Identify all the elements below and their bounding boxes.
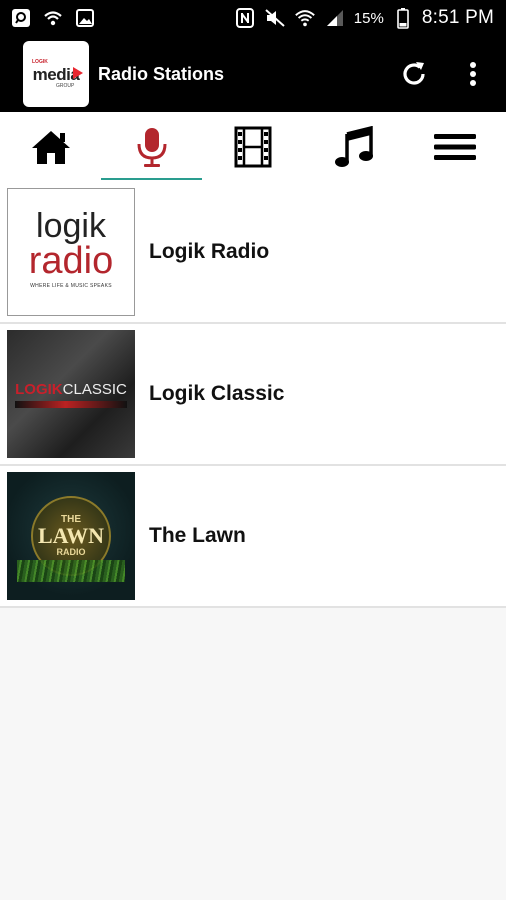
tab-radio[interactable]	[101, 112, 203, 182]
mute-icon	[264, 7, 286, 29]
list-item[interactable]: LOGIKCLASSIC Logik Classic	[0, 324, 506, 466]
film-icon	[234, 126, 272, 168]
microphone-icon	[137, 128, 167, 167]
refresh-button[interactable]	[390, 50, 438, 98]
list-item[interactable]: THE LAWN RADIO The Lawn	[0, 466, 506, 608]
logo-sub-text: GROUP	[56, 83, 75, 89]
logo-small-text: LOGIK	[32, 59, 48, 65]
logo-arrow-icon	[73, 67, 83, 79]
thumb-logo-text: LAWN	[37, 523, 104, 548]
tab-bar	[0, 112, 506, 182]
overflow-menu-button[interactable]	[458, 50, 488, 98]
more-vert-icon	[470, 62, 476, 86]
thumb-logo-text: logik	[36, 207, 106, 245]
refresh-icon	[403, 62, 425, 85]
tab-video[interactable]	[202, 112, 303, 182]
thumb-logo-text-rest: CLASSIC	[62, 380, 127, 398]
tab-home[interactable]	[0, 112, 101, 182]
station-thumbnail: THE LAWN RADIO	[7, 472, 135, 600]
home-icon	[31, 131, 70, 164]
thumb-logo-text: radio	[28, 240, 114, 282]
station-thumbnail: LOGIKCLASSIC	[7, 330, 135, 458]
hamburger-menu-icon	[434, 134, 477, 160]
list-item[interactable]: logik radio WHERE LIFE & MUSIC SPEAKS Lo…	[0, 182, 506, 324]
tab-menu[interactable]	[405, 112, 506, 182]
app-bar: LOGIK media GROUP Radio Stations	[0, 36, 506, 112]
thumb-banner	[15, 400, 127, 408]
thumb-logo-text: LOGIKCLASSIC	[15, 381, 127, 398]
clock: 8:51 PM	[421, 7, 494, 28]
thumb-tagline: WHERE LIFE & MUSIC SPEAKS	[30, 283, 112, 289]
station-name: Logik Classic	[149, 382, 285, 405]
station-list: logik radio WHERE LIFE & MUSIC SPEAKS Lo…	[0, 182, 506, 608]
tab-music[interactable]	[304, 112, 405, 182]
image-notification-icon	[74, 7, 96, 29]
wifi-call-icon	[42, 7, 64, 29]
station-name: Logik Radio	[149, 240, 270, 263]
cell-signal-icon	[324, 7, 346, 29]
nfc-icon	[234, 7, 256, 29]
battery-percent: 15%	[353, 9, 384, 27]
notification-app-icon	[10, 7, 32, 29]
music-note-icon	[335, 126, 374, 167]
app-logo[interactable]: LOGIK media GROUP	[23, 41, 89, 107]
thumb-logo-text: RADIO	[56, 547, 86, 557]
station-thumbnail: logik radio WHERE LIFE & MUSIC SPEAKS	[7, 188, 135, 316]
thumb-logo-text-red: LOGIK	[15, 380, 63, 398]
status-bar: 15% 8:51 PM	[0, 0, 506, 36]
page-title: Radio Stations	[98, 63, 225, 84]
thumb-grass	[17, 560, 125, 582]
battery-icon	[392, 7, 414, 29]
station-name: The Lawn	[149, 524, 246, 547]
wifi-icon	[294, 7, 316, 29]
